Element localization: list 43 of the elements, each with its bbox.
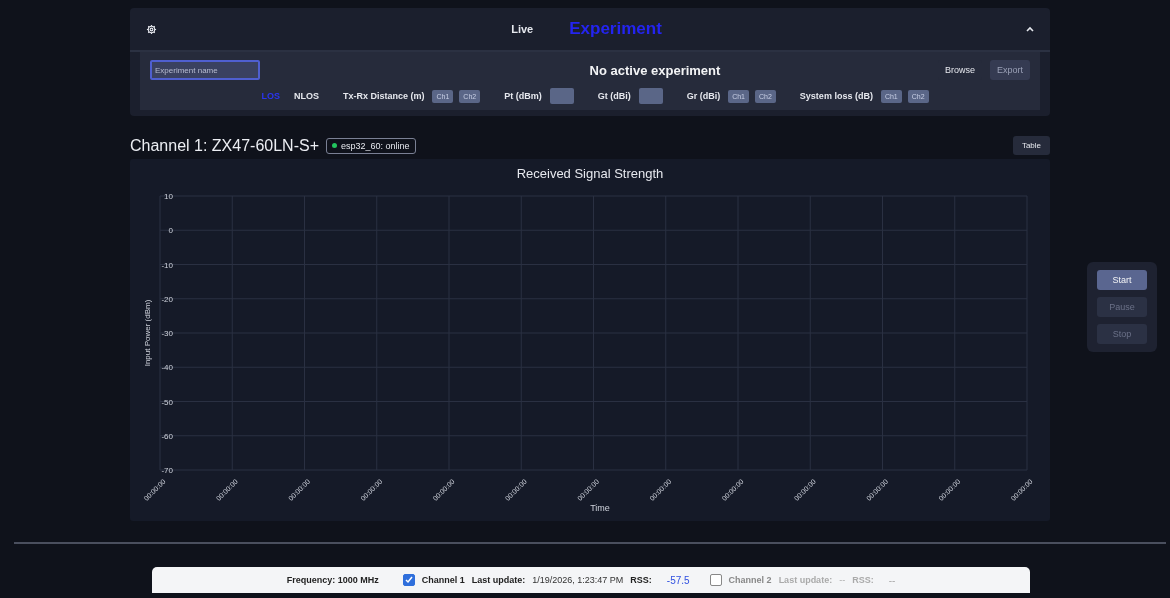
channel-name: Channel 1	[421, 575, 465, 585]
param-label: System loss (dB)	[799, 91, 873, 101]
y-tick-label: -50	[161, 397, 173, 407]
settings-icon[interactable]	[146, 23, 157, 35]
rss-label: RSS:	[852, 575, 874, 585]
y-tick-label: -70	[161, 466, 173, 475]
y-tick-label: -40	[161, 363, 173, 373]
param-label: Gt (dBi)	[597, 91, 631, 101]
frequency-text: Frequency: 1000 MHz	[286, 575, 379, 585]
x-axis-title: Time	[590, 503, 610, 513]
y-tick-label: -20	[161, 294, 173, 304]
experiment-status: No active experiment	[589, 62, 721, 78]
channel-checkbox[interactable]	[709, 574, 722, 586]
table-button[interactable]: Table	[1012, 136, 1050, 155]
param-label: Pt (dBm)	[504, 91, 542, 101]
y-tick-label: -10	[161, 260, 173, 270]
update-value: 1/19/2026, 1:23:47 PM	[532, 575, 624, 585]
update-label: Last update:	[471, 575, 526, 585]
rss-label: RSS:	[630, 575, 652, 585]
param-field[interactable]	[549, 88, 574, 104]
y-tick-label: 0	[168, 226, 173, 236]
los-option[interactable]: NLOS	[293, 91, 319, 101]
y-tick-label: -60	[161, 431, 173, 441]
rss-value: -57.5	[666, 574, 690, 586]
control-button[interactable]: Start	[1097, 270, 1147, 290]
y-tick-label: -30	[161, 329, 173, 338]
rss-value: --	[888, 574, 896, 586]
channel-checkbox[interactable]	[402, 574, 415, 586]
update-label: Last update:	[778, 575, 833, 585]
channel-name: Channel 2	[728, 575, 772, 585]
mode-tab[interactable]: Live	[511, 23, 534, 35]
param-label: Gr (dBi)	[686, 91, 721, 101]
param-label: Tx-Rx Distance (m)	[342, 91, 425, 101]
param-field[interactable]	[638, 88, 663, 104]
chart-title: Received Signal Strength	[516, 166, 664, 181]
experiment-name-field[interactable]: Experiment name	[150, 60, 260, 80]
device-status-text: esp32_60: online	[341, 140, 410, 151]
channel-title: Channel 1: ZX47-60LN-S+	[130, 136, 319, 155]
collapse-chevron-icon[interactable]	[1026, 26, 1034, 32]
mode-tab[interactable]: Experiment	[569, 19, 662, 39]
y-axis-title: Input Power (dBm)	[143, 299, 152, 367]
y-tick-label: 10	[164, 192, 173, 201]
update-value: --	[839, 575, 846, 585]
